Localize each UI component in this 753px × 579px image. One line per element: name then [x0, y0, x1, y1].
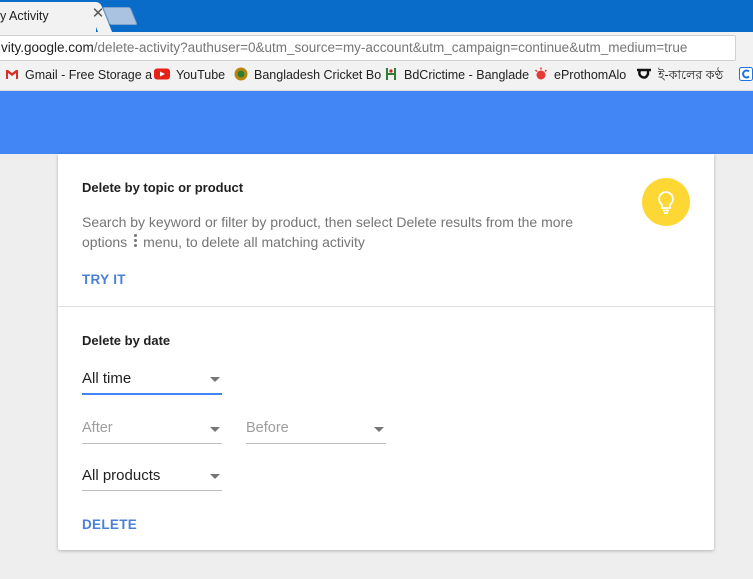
bookmark-eprothomalo[interactable]: eProthomAlo: [534, 67, 626, 85]
section-divider: [58, 306, 714, 307]
bookmarks-bar: Gmail - Free Storage a YouTube Banglades…: [0, 62, 753, 91]
chevron-down-icon: [210, 377, 220, 382]
new-tab-button[interactable]: [102, 7, 138, 25]
bookmark-bdcrictime[interactable]: BdCrictime - Banglade: [384, 67, 529, 85]
chevron-down-icon: [210, 474, 220, 479]
browser-tab[interactable]: y Activity: [0, 2, 96, 32]
tab-title: y Activity: [0, 9, 49, 23]
topic-section-title: Delete by topic or product: [82, 180, 244, 195]
after-date-placeholder: After: [82, 420, 113, 436]
date-range-select[interactable]: All time: [82, 367, 222, 395]
bookmark-label: YouTube: [176, 68, 226, 82]
bookmark-label: Gmail - Free Storage a: [25, 68, 153, 82]
tab-close-icon[interactable]: ✕: [90, 6, 106, 22]
delete-button[interactable]: DELETE: [82, 517, 137, 532]
date-section-title: Delete by date: [82, 333, 171, 348]
bookmark-kalerkantho[interactable]: ই-কালের কণ্ঠ: [636, 67, 723, 85]
page-header: [0, 91, 753, 154]
before-date-placeholder: Before: [246, 420, 289, 436]
bookmark-label: eProthomAlo: [554, 68, 627, 82]
topic-section-description: Search by keyword or filter by product, …: [82, 212, 602, 252]
after-date-input[interactable]: After: [82, 417, 222, 444]
bdcrictime-icon: [384, 67, 398, 81]
bookmark-label: BdCrictime - Banglade: [404, 68, 530, 82]
products-value: All products: [82, 467, 161, 484]
try-it-button[interactable]: TRY IT: [82, 272, 126, 287]
bookmark-label: ই-কালের কণ্ঠ: [658, 68, 724, 82]
url-path: /delete-activity?authuser=0&utm_source=m…: [93, 40, 688, 55]
cricket-board-icon: [234, 67, 248, 81]
products-select[interactable]: All products: [82, 464, 222, 491]
more-options-icon: [133, 234, 138, 248]
bookmark-bangladesh-cricket[interactable]: Bangladesh Cricket Bo: [234, 67, 381, 85]
address-bar: vity.google.com/delete-activity?authuser…: [0, 32, 753, 62]
delete-activity-card: Delete by topic or product Search by key…: [58, 154, 714, 550]
lightbulb-icon: [642, 178, 690, 226]
chevron-down-icon: [210, 427, 220, 432]
date-range-value: All time: [82, 370, 132, 387]
browser-tab-strip: y Activity ✕: [0, 0, 753, 32]
bookmark-gmail[interactable]: Gmail - Free Storage a: [5, 67, 152, 85]
gmail-icon: [5, 67, 19, 81]
url-text: vity.google.com/delete-activity?authuser…: [1, 40, 687, 55]
bookmark-label: Bangladesh Cricket Bo: [254, 68, 382, 82]
youtube-icon: [154, 67, 170, 81]
kalerkantho-icon: [636, 67, 652, 81]
description-text-end: menu, to delete all matching activity: [143, 234, 365, 250]
bookmark-youtube[interactable]: YouTube: [154, 67, 225, 85]
url-input[interactable]: vity.google.com/delete-activity?authuser…: [0, 35, 736, 61]
bookmark-c-icon: [739, 67, 753, 81]
before-date-input[interactable]: Before: [246, 417, 386, 444]
bookmark-overflow[interactable]: [739, 67, 753, 85]
url-host: vity.google.com: [1, 40, 94, 55]
chevron-down-icon: [374, 427, 384, 432]
eprothomalo-icon: [534, 67, 548, 81]
